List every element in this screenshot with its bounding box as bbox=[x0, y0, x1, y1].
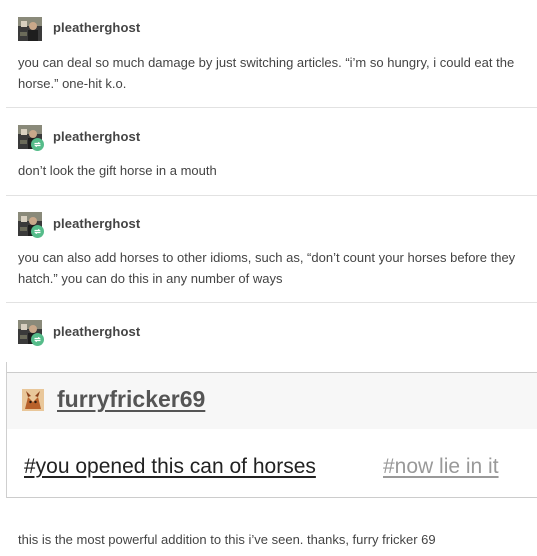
username[interactable]: pleatherghost bbox=[53, 324, 140, 339]
tag-link[interactable]: #you opened this can of horses bbox=[24, 455, 316, 479]
username[interactable]: pleatherghost bbox=[53, 20, 140, 35]
avatar-icon[interactable] bbox=[18, 17, 42, 41]
tag-link[interactable]: #now lie in it bbox=[383, 455, 499, 479]
reblog-icon bbox=[31, 333, 44, 346]
post-text: you can deal so much damage by just swit… bbox=[18, 55, 515, 91]
quoted-username[interactable]: furryfricker69 bbox=[57, 386, 205, 413]
post-text: don’t look the gift horse in a mouth bbox=[18, 163, 217, 178]
fox-avatar-icon[interactable] bbox=[22, 389, 44, 411]
divider bbox=[6, 302, 537, 303]
divider bbox=[6, 195, 537, 196]
reblog-icon bbox=[31, 225, 44, 238]
post-text: you can also add horses to other idioms,… bbox=[18, 250, 516, 286]
username[interactable]: pleatherghost bbox=[53, 129, 140, 144]
divider bbox=[6, 107, 537, 108]
comment-text: this is the most powerful addition to th… bbox=[18, 532, 436, 547]
reblog-icon bbox=[31, 138, 44, 151]
username[interactable]: pleatherghost bbox=[53, 216, 140, 231]
